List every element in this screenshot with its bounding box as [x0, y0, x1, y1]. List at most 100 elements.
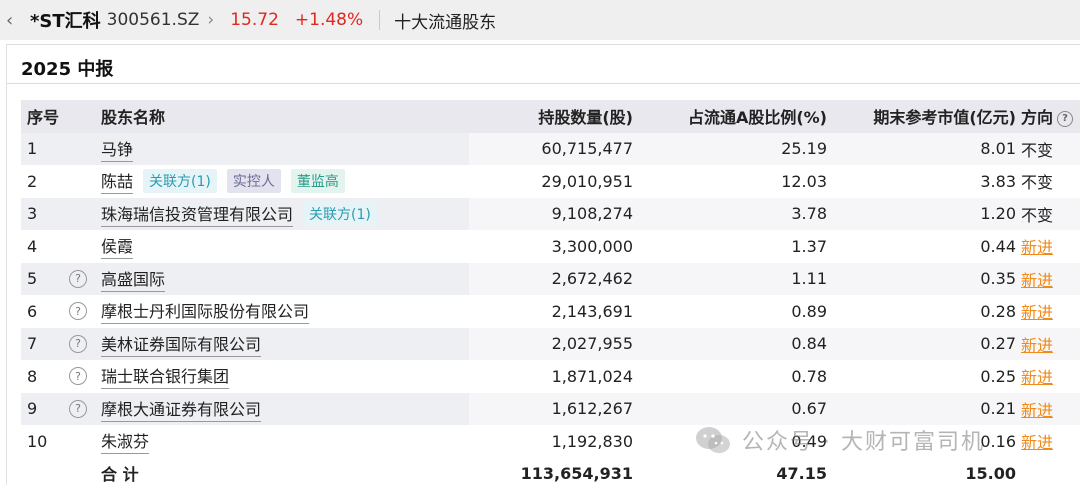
value-cell: 3.83 [980, 171, 1016, 191]
value-cell: 0.44 [980, 236, 1016, 256]
header-divider [379, 10, 381, 30]
shares-cell: 2,027,955 [551, 334, 633, 354]
shareholder-name-link[interactable]: 高盛国际 [101, 266, 166, 292]
shareholder-tag[interactable]: 关联方(1) [303, 201, 377, 226]
shareholder-name-link[interactable]: 珠海瑞信投资管理有限公司 [101, 201, 294, 227]
report-period: 2025 中报 [21, 59, 114, 80]
direction-cell: 不变 [1021, 140, 1054, 160]
row-no: 2 [27, 171, 38, 191]
shareholder-name-link[interactable]: 马铮 [101, 136, 134, 162]
table-row: 6? 摩根士丹利国际股份有限公司 2,143,691 0.89 0.28 新进 [21, 295, 1080, 328]
stock-code: 300561.SZ [106, 10, 200, 30]
shares-cell: 1,612,267 [551, 399, 633, 419]
table-total-row: 合 计 113,654,931 47.15 15.00 [21, 457, 1080, 485]
shares-cell: 1,871,024 [551, 366, 633, 386]
row-no: 8 [27, 366, 38, 386]
ratio-cell: 12.03 [781, 171, 827, 191]
shareholder-tag[interactable]: 关联方(1) [143, 169, 217, 194]
direction-cell[interactable]: 新进 [1021, 234, 1053, 258]
table-row: 7? 美林证券国际有限公司 2,027,955 0.84 0.27 新进 [21, 327, 1080, 360]
shareholder-name: 马铮 [101, 136, 134, 162]
ratio-cell: 0.49 [791, 431, 827, 451]
value-cell: 0.16 [980, 431, 1016, 451]
total-value: 15.00 [965, 464, 1016, 484]
shareholder-name: 美林证券国际有限公司 [101, 331, 262, 357]
direction-cell[interactable]: 新进 [1021, 397, 1053, 421]
shares-cell: 60,715,477 [541, 139, 633, 159]
shares-cell: 1,192,830 [551, 431, 633, 451]
shares-cell: 3,300,000 [551, 236, 633, 256]
shares-cell: 2,143,691 [551, 301, 633, 321]
card-divider [7, 83, 1080, 84]
info-icon[interactable]: ? [69, 269, 87, 288]
table-row: 2 陈喆 关联方(1) 实控人 董监高 29,010,951 12.03 3.83 不变 [21, 165, 1080, 198]
col-header-name: 股东名称 [101, 108, 166, 128]
stock-name: *ST汇科 [30, 11, 101, 32]
shareholder-name: 侯霞 [101, 233, 134, 260]
shareholders-card: 2025 中报 序号 股东名称 持股数量(股) 占流通A股比例(%) 期末参考市… [6, 44, 1080, 485]
table-row: 10 朱淑芬 1,192,830 0.49 0.16 新进 [21, 425, 1080, 458]
direction-cell[interactable]: 新进 [1021, 429, 1053, 453]
row-no: 1 [27, 139, 38, 159]
shareholder-name-link[interactable]: 瑞士联合银行集团 [101, 363, 230, 390]
row-no: 3 [27, 204, 38, 224]
info-icon[interactable]: ? [69, 399, 87, 418]
shareholder-name: 陈喆 关联方(1) 实控人 董监高 [101, 168, 345, 195]
shares-cell: 2,672,462 [551, 269, 633, 289]
value-cell: 8.01 [980, 139, 1016, 159]
shareholder-name-link[interactable]: 美林证券国际有限公司 [101, 331, 262, 357]
direction-cell[interactable]: 新进 [1021, 364, 1053, 388]
direction-cell: 不变 [1021, 205, 1054, 225]
direction-cell: 不变 [1021, 173, 1054, 193]
ratio-cell: 1.37 [791, 236, 827, 256]
shareholder-name: 瑞士联合银行集团 [101, 363, 230, 390]
shareholder-tag[interactable]: 董监高 [290, 169, 345, 194]
ratio-cell: 0.78 [791, 366, 827, 386]
row-no: 5 [27, 269, 38, 289]
total-ratio: 47.15 [776, 464, 827, 484]
ratio-cell: 0.89 [791, 301, 827, 321]
direction-cell[interactable]: 新进 [1021, 332, 1053, 356]
shareholder-name: 摩根大通证券有限公司 [101, 396, 262, 422]
help-icon[interactable]: ? [1057, 110, 1074, 127]
shareholder-name-link[interactable]: 陈喆 [101, 168, 134, 195]
page-title: 十大流通股东 [394, 12, 497, 33]
col-header-value[interactable]: 期末参考市值(亿元) [873, 104, 1016, 128]
direction-cell[interactable]: 新进 [1021, 267, 1053, 291]
shareholder-name-link[interactable]: 摩根士丹利国际股份有限公司 [101, 298, 310, 325]
value-cell: 0.21 [980, 399, 1016, 419]
table-row: 9? 摩根大通证券有限公司 1,612,267 0.67 0.21 新进 [21, 392, 1080, 425]
table-row: 1 马铮 60,715,477 25.19 8.01 不变 [21, 132, 1080, 165]
row-no: 9 [27, 399, 38, 419]
shareholder-name: 摩根士丹利国际股份有限公司 [101, 298, 310, 325]
shareholder-name-link[interactable]: 摩根大通证券有限公司 [101, 396, 262, 422]
col-header-shares[interactable]: 持股数量(股) [538, 104, 633, 128]
table-header-row: 序号 股东名称 持股数量(股) 占流通A股比例(%) 期末参考市值(亿元) 方向… [21, 100, 1080, 133]
value-cell: 0.25 [980, 366, 1016, 386]
value-cell: 1.20 [980, 204, 1016, 224]
ratio-cell: 25.19 [781, 139, 827, 159]
ratio-cell: 0.67 [791, 399, 827, 419]
stock-price: 15.72 [230, 10, 279, 30]
ratio-cell: 1.11 [791, 269, 827, 289]
col-header-ratio[interactable]: 占流通A股比例(%) [688, 104, 827, 128]
row-no: 6 [27, 301, 38, 321]
info-icon[interactable]: ? [69, 334, 87, 353]
chevron-right-icon[interactable]: › [207, 10, 214, 30]
stock-change-pct: +1.48% [294, 10, 364, 30]
table-row: 4 侯霞 3,300,000 1.37 0.44 新进 [21, 230, 1080, 263]
shareholder-name: 珠海瑞信投资管理有限公司 关联方(1) [101, 201, 377, 227]
back-chevron-icon[interactable]: ‹ [6, 10, 24, 31]
ratio-cell: 0.84 [791, 334, 827, 354]
ratio-cell: 3.78 [791, 204, 827, 224]
shareholder-tag[interactable]: 实控人 [226, 169, 281, 194]
shareholder-name-link[interactable]: 侯霞 [101, 233, 134, 260]
col-header-no: 序号 [27, 108, 60, 128]
shares-cell: 29,010,951 [541, 171, 633, 191]
top-bar: ‹ *ST汇科 300561.SZ › 15.72 +1.48% 十大流通股东 [0, 0, 1080, 40]
shareholder-name-link[interactable]: 朱淑芬 [101, 428, 150, 455]
direction-cell[interactable]: 新进 [1021, 299, 1053, 323]
row-no: 7 [27, 334, 38, 354]
total-shares: 113,654,931 [520, 464, 633, 484]
value-cell: 0.27 [980, 334, 1016, 354]
